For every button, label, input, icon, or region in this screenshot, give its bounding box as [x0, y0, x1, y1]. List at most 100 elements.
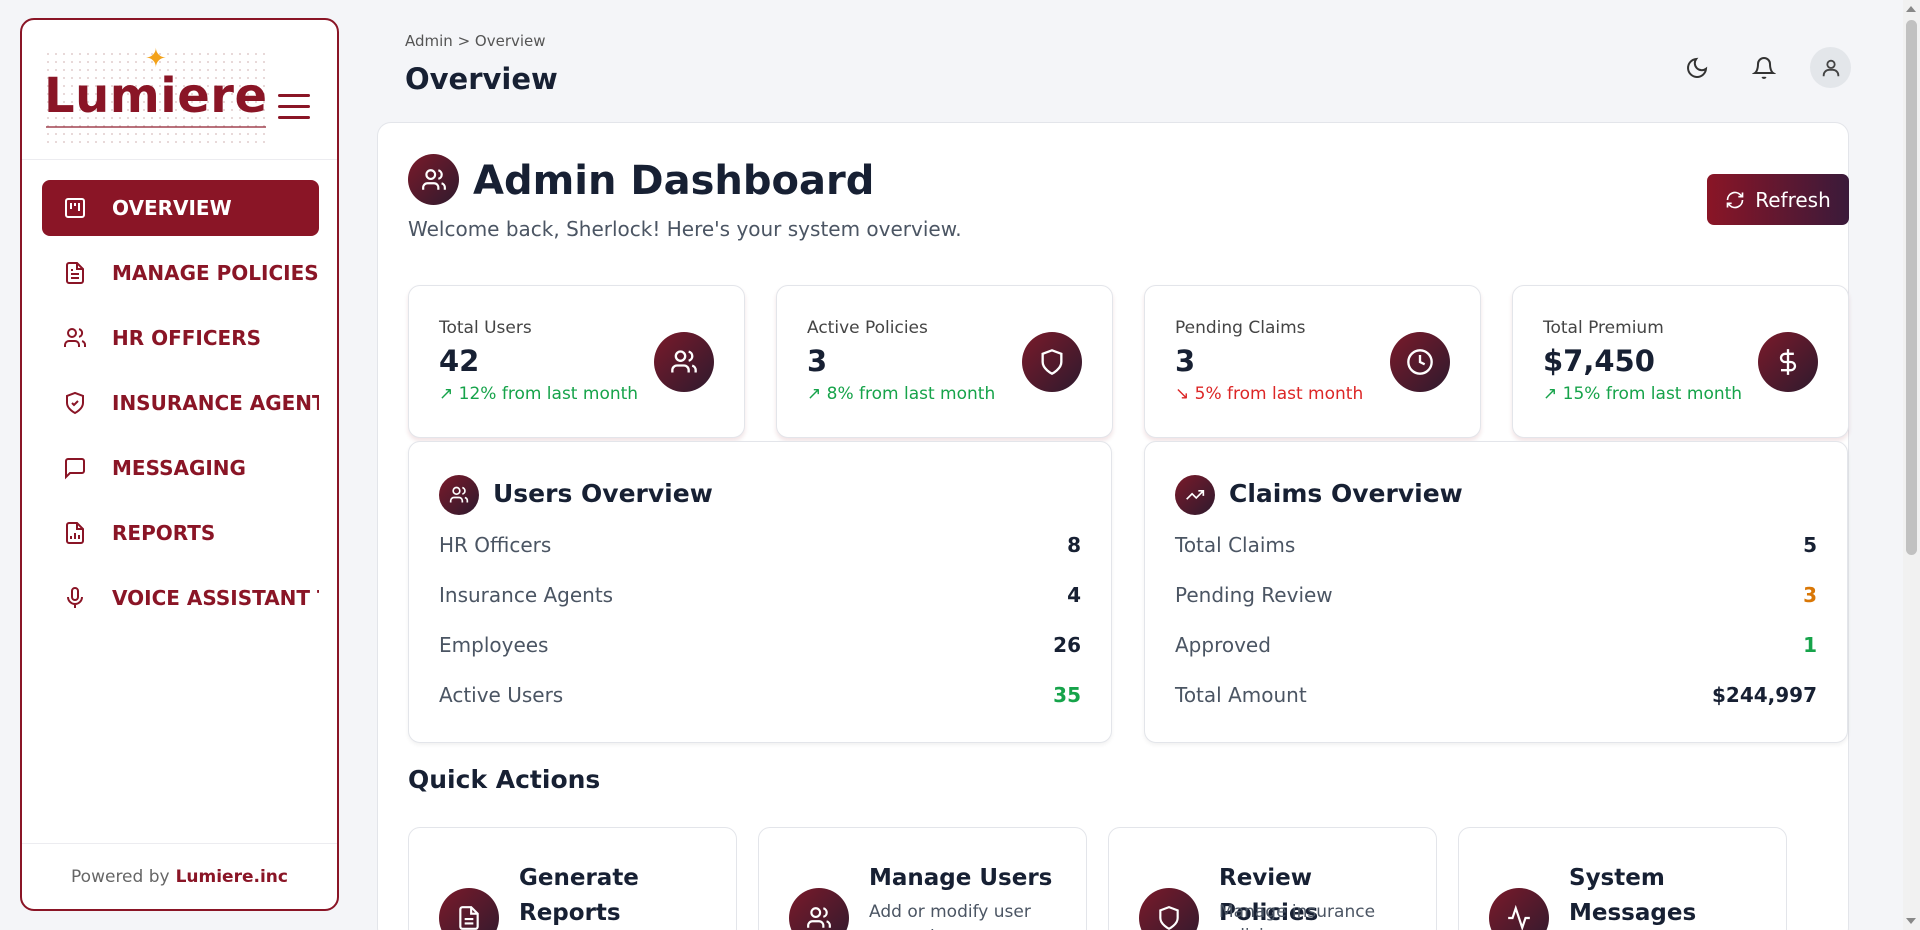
sidebar-item-label: MESSAGING	[112, 456, 246, 480]
quick-action-name: System Messages	[1569, 865, 1697, 926]
stat-value: 42	[439, 344, 480, 378]
dashboard-subtitle: Welcome back, Sherlock! Here's your syst…	[408, 217, 962, 241]
stat-label: Active Policies	[807, 318, 928, 338]
sidebar-item-overview[interactable]: OVERVIEW	[42, 180, 319, 236]
row-label: Employees	[439, 633, 549, 657]
sidebar-footer: Powered by Lumiere.inc	[22, 843, 337, 909]
users-icon	[62, 325, 88, 351]
row-label: Total Claims	[1175, 533, 1296, 557]
sidebar-item-hr-officers[interactable]: HR OFFICERS	[42, 310, 319, 366]
scroll-thumb[interactable]	[1906, 20, 1917, 555]
user-icon	[1822, 59, 1839, 76]
list-item: Total Amount $244,997	[1175, 680, 1817, 710]
stat-change: ↗ 8% from last month	[807, 384, 996, 404]
list-item: Active Users 35	[439, 680, 1081, 710]
report-icon	[439, 888, 499, 930]
quick-action-name: Generate Reports	[519, 865, 639, 926]
users-overview-card: Users Overview HR Officers 8 Insurance Ag…	[408, 441, 1112, 743]
report-icon	[62, 520, 88, 546]
logo[interactable]: Lumiere	[44, 72, 268, 120]
row-value: 35	[1053, 683, 1081, 707]
quick-action-review-policies[interactable]: Review Policies Manage insurance policie…	[1108, 827, 1437, 930]
stat-change: ↗ 15% from last month	[1543, 384, 1743, 404]
stat-change: ↗ 12% from last month	[439, 384, 639, 404]
trend-up-icon: ↗	[807, 384, 827, 404]
dollar-icon	[1758, 332, 1818, 392]
trending-up-icon	[1175, 475, 1215, 515]
logo-area: ✦ Lumiere	[22, 20, 337, 160]
row-label: Pending Review	[1175, 583, 1333, 607]
users-icon	[439, 475, 479, 515]
logo-underline	[46, 126, 266, 128]
claims-overview-title: Claims Overview	[1229, 479, 1463, 508]
list-item: Total Claims 5	[1175, 530, 1817, 560]
footer-brand-link[interactable]: Lumiere.inc	[176, 867, 288, 887]
quick-action-desc: Manage insurance policies	[1219, 902, 1376, 930]
quick-action-system-messages[interactable]: System Messages	[1458, 827, 1787, 930]
clock-icon	[1390, 332, 1450, 392]
sidebar-item-label: HR OFFICERS	[112, 326, 262, 350]
refresh-icon	[1726, 191, 1744, 208]
sidebar-item-reports[interactable]: REPORTS	[42, 505, 319, 561]
sidebar-item-manage-policies[interactable]: MANAGE POLICIES	[42, 245, 319, 301]
row-label: Approved	[1175, 633, 1271, 657]
quick-action-manage-users[interactable]: Manage Users Add or modify user accounts	[758, 827, 1087, 930]
sidebar: ✦ Lumiere OVERVIEW MANAGE POLICIES HR OF…	[20, 18, 339, 911]
stat-value: $7,450	[1543, 344, 1655, 378]
page-title: Overview	[405, 62, 558, 96]
dashboard-title: Admin Dashboard	[473, 158, 875, 204]
sidebar-item-voice-assistant[interactable]: VOICE ASSISTANT TEST	[42, 570, 319, 626]
document-icon	[62, 260, 88, 286]
sidebar-item-messaging[interactable]: MESSAGING	[42, 440, 319, 496]
stat-card-pending-claims: Pending Claims 3 ↘ 5% from last month	[1144, 285, 1481, 438]
refresh-label: Refresh	[1755, 187, 1831, 212]
sidebar-item-label: INSURANCE AGENTS	[112, 391, 319, 415]
users-icon	[654, 332, 714, 392]
avatar[interactable]	[1810, 47, 1851, 88]
users-icon	[789, 888, 849, 930]
scroll-down-arrow[interactable]	[1906, 918, 1916, 924]
row-value: 26	[1053, 633, 1081, 657]
row-label: HR Officers	[439, 533, 552, 557]
claims-overview-card: Claims Overview Total Claims 5 Pending Re…	[1144, 441, 1848, 743]
stat-label: Pending Claims	[1175, 318, 1306, 338]
row-value: 8	[1067, 533, 1081, 557]
stat-card-total-premium: Total Premium $7,450 ↗ 15% from last mon…	[1512, 285, 1849, 438]
bell-icon[interactable]	[1745, 49, 1783, 87]
stat-change: ↘ 5% from last month	[1175, 384, 1364, 404]
sidebar-item-label: REPORTS	[112, 521, 216, 545]
row-label: Active Users	[439, 683, 564, 707]
refresh-button[interactable]: Refresh	[1707, 174, 1849, 225]
list-item: HR Officers 8	[439, 530, 1081, 560]
row-value: 1	[1803, 633, 1817, 657]
page-scrollbar[interactable]	[1903, 0, 1920, 930]
main-panel: Admin Dashboard Welcome back, Sherlock! …	[377, 122, 1849, 930]
users-icon	[408, 154, 459, 205]
quick-actions: Quick Actions Generate Reports Manage Us…	[408, 745, 1850, 930]
stat-value: 3	[807, 344, 828, 378]
microphone-icon	[62, 585, 88, 611]
menu-icon[interactable]	[278, 94, 310, 120]
sidebar-nav: OVERVIEW MANAGE POLICIES HR OFFICERS INS…	[42, 180, 319, 635]
sidebar-item-insurance-agents[interactable]: INSURANCE AGENTS	[42, 375, 319, 431]
quick-action-desc: Add or modify user accounts	[869, 902, 1031, 930]
quick-action-name: Manage Users	[869, 865, 1053, 891]
overview-icon	[62, 195, 88, 221]
quick-action-generate-reports[interactable]: Generate Reports	[408, 827, 737, 930]
message-icon	[62, 455, 88, 481]
stat-card-active-policies: Active Policies 3 ↗ 8% from last month	[776, 285, 1113, 438]
trend-down-icon: ↘	[1175, 384, 1195, 404]
activity-icon	[1489, 888, 1549, 930]
sidebar-item-label: OVERVIEW	[112, 196, 232, 220]
sidebar-item-label: MANAGE POLICIES	[112, 261, 319, 285]
shield-icon	[1139, 888, 1199, 930]
list-item: Insurance Agents 4	[439, 580, 1081, 610]
scroll-up-arrow[interactable]	[1906, 6, 1916, 12]
list-item: Employees 26	[439, 630, 1081, 660]
sidebar-item-label: VOICE ASSISTANT TEST	[112, 586, 319, 610]
shield-check-icon	[62, 390, 88, 416]
dark-mode-toggle-icon[interactable]	[1678, 49, 1716, 87]
stat-value: 3	[1175, 344, 1196, 378]
trend-up-icon: ↗	[1543, 384, 1563, 404]
trend-up-icon: ↗	[439, 384, 459, 404]
